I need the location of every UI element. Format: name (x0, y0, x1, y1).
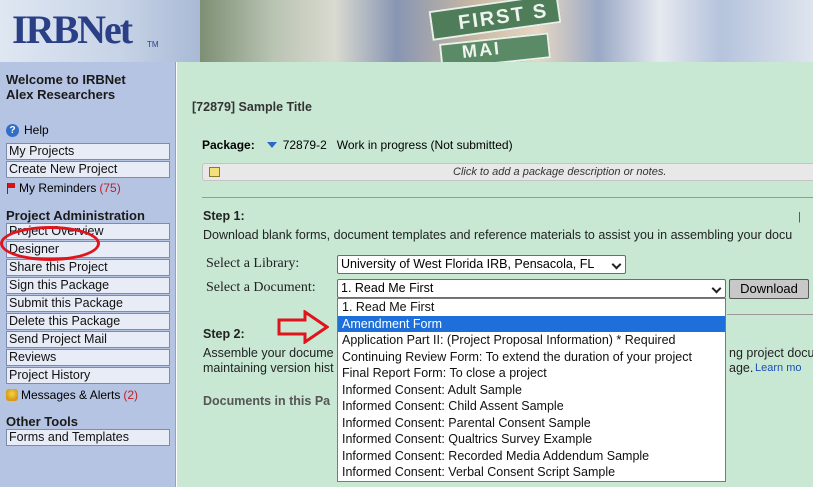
dropdown-option[interactable]: Informed Consent: Child Assent Sample (338, 398, 725, 415)
alert-bell-icon (6, 389, 18, 401)
help-link[interactable]: ? Help (6, 123, 49, 137)
dropdown-option[interactable]: Informed Consent: Adult Sample (338, 382, 725, 399)
dropdown-option[interactable]: Informed Consent: Recorded Media Addendu… (338, 448, 725, 465)
project-history-button[interactable]: Project History (6, 367, 170, 384)
dropdown-option[interactable]: Application Part II: (Project Proposal I… (338, 332, 725, 349)
step1-title: Step 1: (203, 209, 245, 223)
send-project-mail-button[interactable]: Send Project Mail (6, 331, 170, 348)
sign-package-button[interactable]: Sign this Package (6, 277, 170, 294)
reminder-flag-icon (6, 182, 16, 194)
main-content: [72879] Sample Title Package: 72879-2 Wo… (177, 62, 813, 487)
other-tools-title: Other Tools (6, 414, 78, 429)
annotation-ellipse (0, 226, 100, 261)
help-label: Help (24, 123, 49, 137)
dropdown-option[interactable]: Informed Consent: Parental Consent Sampl… (338, 415, 725, 432)
dropdown-option[interactable]: Final Report Form: To close a project (338, 365, 725, 382)
divider (202, 197, 813, 198)
page-title: [72879] Sample Title (192, 100, 312, 114)
step2-instructions-line2-right: age. (729, 361, 754, 375)
my-projects-button[interactable]: My Projects (6, 143, 170, 160)
step2-instructions-line1-left: Assemble your docume (203, 346, 334, 360)
library-select-value: University of West Florida IRB, Pensacol… (341, 257, 595, 271)
delete-package-button[interactable]: Delete this Package (6, 313, 170, 330)
reminders-label: My Reminders (19, 181, 97, 195)
header-photo-collage: FIRST S MAI (200, 0, 813, 62)
reminders-count: (75) (99, 181, 121, 195)
package-id[interactable]: 72879-2 (283, 138, 327, 152)
divider (727, 314, 813, 315)
library-label: Select a Library: (206, 256, 300, 271)
sidebar: Welcome to IRBNet Alex Researchers ? Hel… (0, 62, 176, 487)
annotation-arrow-icon (277, 310, 329, 344)
library-select[interactable]: University of West Florida IRB, Pensacol… (337, 255, 626, 274)
header-banner: IRBNet TM FIRST S MAI (0, 0, 813, 62)
documents-in-package-title: Documents in this Pa (203, 394, 331, 408)
help-icon: ? (6, 123, 19, 137)
document-dropdown-list[interactable]: 1. Read Me First Amendment Form Applicat… (337, 298, 726, 482)
chevron-down-icon (611, 259, 622, 270)
street-sign-text-2: MAI (461, 38, 502, 62)
messages-alerts-link[interactable]: Messages & Alerts (2) (6, 388, 138, 402)
document-select-value: 1. Read Me First (341, 281, 434, 295)
document-label: Select a Document: (206, 280, 316, 295)
share-project-button[interactable]: Share this Project (6, 259, 170, 276)
step1-help-link[interactable]: | (798, 211, 801, 223)
dropdown-option[interactable]: 1. Read Me First (338, 299, 725, 316)
document-select[interactable]: 1. Read Me First (337, 279, 726, 298)
logo-area: IRBNet TM (0, 0, 200, 62)
project-admin-title: Project Administration (6, 208, 145, 223)
dropdown-option[interactable]: Informed Consent: Verbal Consent Script … (338, 464, 725, 481)
irbnet-logo[interactable]: IRBNet (12, 6, 133, 53)
step2-title: Step 2: (203, 327, 245, 341)
package-label: Package: (202, 138, 255, 152)
user-name: Alex Researchers (6, 87, 116, 102)
my-reminders-link[interactable]: My Reminders (75) (6, 181, 121, 195)
step2-instructions-line2-left: maintaining version hist (203, 361, 334, 375)
submit-package-button[interactable]: Submit this Package (6, 295, 170, 312)
step2-learn-more-link[interactable]: Learn mo (755, 362, 801, 374)
package-notes-bar[interactable]: Click to add a package description or no… (202, 163, 813, 181)
step2-instructions-line1-right: ng project docu (729, 346, 813, 360)
trademark-mark: TM (147, 40, 159, 49)
download-button[interactable]: Download (729, 279, 809, 299)
chevron-down-icon (711, 283, 722, 294)
welcome-message: Welcome to IRBNet Alex Researchers (6, 72, 126, 102)
create-project-button[interactable]: Create New Project (6, 161, 170, 178)
forms-templates-button[interactable]: Forms and Templates (6, 429, 170, 446)
alerts-label: Messages & Alerts (21, 388, 121, 402)
package-status: Work in progress (Not submitted) (336, 138, 513, 152)
dropdown-option-selected[interactable]: Amendment Form (338, 315, 725, 332)
package-row: Package: 72879-2 Work in progress (Not s… (202, 138, 513, 152)
notes-placeholder: Click to add a package description or no… (453, 166, 667, 178)
note-icon (209, 167, 220, 177)
alerts-count: (2) (123, 388, 139, 402)
reviews-button[interactable]: Reviews (6, 349, 170, 366)
package-dropdown-icon[interactable] (266, 142, 277, 148)
dropdown-option[interactable]: Informed Consent: Qualtrics Survey Examp… (338, 431, 725, 448)
welcome-line: Welcome to IRBNet (6, 72, 126, 87)
dropdown-option[interactable]: Continuing Review Form: To extend the du… (338, 349, 725, 366)
step1-instructions: Download blank forms, document templates… (203, 228, 793, 242)
